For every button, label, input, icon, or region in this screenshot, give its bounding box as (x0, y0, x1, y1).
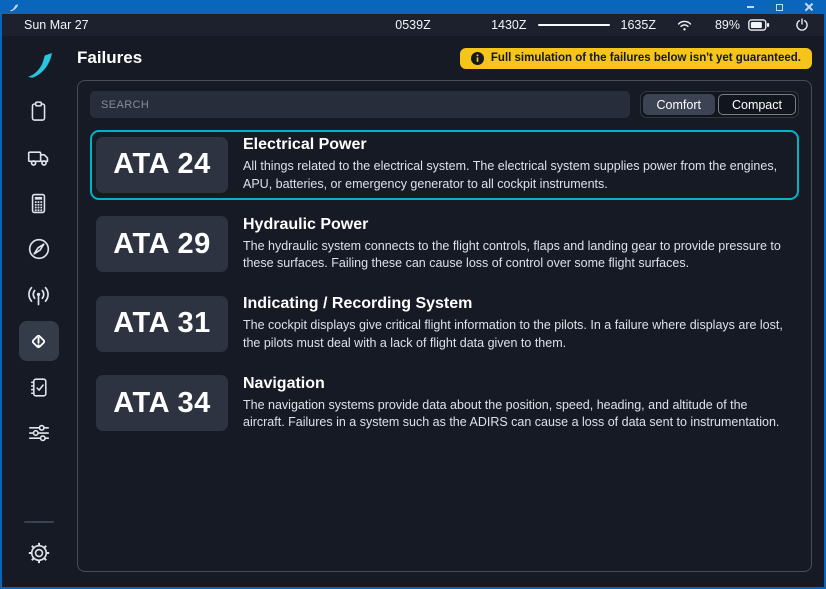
flybywire-app-icon (9, 3, 19, 12)
maximize-icon[interactable] (776, 4, 783, 11)
view-toggle-compact[interactable]: Compact (718, 94, 796, 115)
failure-card-ata34[interactable]: ATA 34 Navigation The navigation systems… (90, 369, 799, 439)
failure-card-text: Hydraulic Power The hydraulic system con… (243, 216, 793, 274)
info-icon (471, 52, 484, 65)
minimize-icon[interactable] (747, 6, 754, 8)
failure-card-ata24[interactable]: ATA 24 Electrical Power All things relat… (90, 130, 799, 200)
sidebar-item-dispatch[interactable] (19, 91, 59, 131)
broadcast-icon (25, 282, 52, 309)
failure-title: Indicating / Recording System (243, 295, 787, 313)
sliders-icon (26, 420, 52, 446)
failure-card-text: Electrical Power All things related to t… (243, 136, 793, 194)
content: Failures Full simulation of the failures… (75, 36, 824, 587)
clipboard-icon (26, 99, 51, 124)
sidebar-item-failures[interactable] (19, 321, 59, 361)
sidebar (2, 36, 75, 587)
simulation-alert-badge: Full simulation of the failures below is… (460, 48, 812, 69)
sidebar-item-dashboard[interactable] (19, 45, 59, 85)
failure-description: The cockpit displays give critical fligh… (243, 317, 787, 353)
sidebar-item-navigation[interactable] (19, 229, 59, 269)
page-title: Failures (77, 48, 142, 68)
sidebar-item-ground[interactable] (19, 137, 59, 177)
failure-diamond-icon (25, 328, 52, 355)
failure-title: Electrical Power (243, 136, 787, 154)
failure-card-text: Indicating / Recording System The cockpi… (243, 295, 793, 353)
app-main: Failures Full simulation of the failures… (2, 36, 824, 587)
statusbar-utc-time: 0539Z (395, 18, 430, 32)
failure-description: The navigation systems provide data abou… (243, 397, 787, 433)
power-icon[interactable] (794, 17, 810, 33)
failure-card-ata31[interactable]: ATA 31 Indicating / Recording System The… (90, 289, 799, 359)
sidebar-item-performance[interactable] (19, 183, 59, 223)
sidebar-item-presets[interactable] (19, 413, 59, 453)
failures-panel: Comfort Compact ATA 24 Electrical Power … (77, 80, 812, 572)
failure-description: The hydraulic system connects to the fli… (243, 238, 787, 274)
failure-description: All things related to the electrical sys… (243, 158, 787, 194)
statusbar: Sun Mar 27 0539Z 1430Z 1635Z 89% (2, 14, 824, 36)
app-window: Sun Mar 27 0539Z 1430Z 1635Z 89% (0, 0, 826, 589)
page-header: Failures Full simulation of the failures… (77, 42, 812, 80)
wifi-icon (676, 18, 693, 32)
alert-text: Full simulation of the failures below is… (491, 52, 801, 64)
close-icon[interactable] (805, 3, 813, 11)
view-toggle: Comfort Compact (640, 91, 799, 118)
search-row: Comfort Compact (90, 91, 799, 118)
failure-card-text: Navigation The navigation systems provid… (243, 375, 793, 433)
sidebar-item-atc[interactable] (19, 275, 59, 315)
search-input[interactable] (90, 91, 630, 118)
sidebar-divider (24, 521, 54, 523)
statusbar-date: Sun Mar 27 (24, 18, 89, 32)
window-titlebar[interactable] (2, 0, 824, 14)
ata-code-box: ATA 24 (96, 137, 228, 193)
failure-title: Hydraulic Power (243, 216, 787, 234)
failure-card-ata29[interactable]: ATA 29 Hydraulic Power The hydraulic sys… (90, 210, 799, 280)
schedule-end-time: 1635Z (621, 18, 656, 32)
sidebar-item-checklists[interactable] (19, 367, 59, 407)
schedule-start-time: 1430Z (491, 18, 526, 32)
gear-icon (26, 540, 52, 566)
flight-progress-bar (538, 24, 610, 26)
battery-percentage: 89% (715, 18, 740, 32)
compass-icon (26, 236, 52, 262)
calculator-icon (26, 191, 51, 216)
view-toggle-comfort[interactable]: Comfort (643, 94, 715, 115)
checklist-icon (26, 375, 51, 400)
ata-code-box: ATA 31 (96, 296, 228, 352)
truck-icon (26, 144, 52, 170)
ata-code-box: ATA 34 (96, 375, 228, 431)
failure-title: Navigation (243, 375, 787, 393)
failure-card-list: ATA 24 Electrical Power All things relat… (90, 130, 799, 438)
ata-code-box: ATA 29 (96, 216, 228, 272)
sidebar-item-settings[interactable] (19, 533, 59, 573)
flybywire-logo-icon (24, 50, 54, 80)
battery-icon (748, 18, 770, 32)
